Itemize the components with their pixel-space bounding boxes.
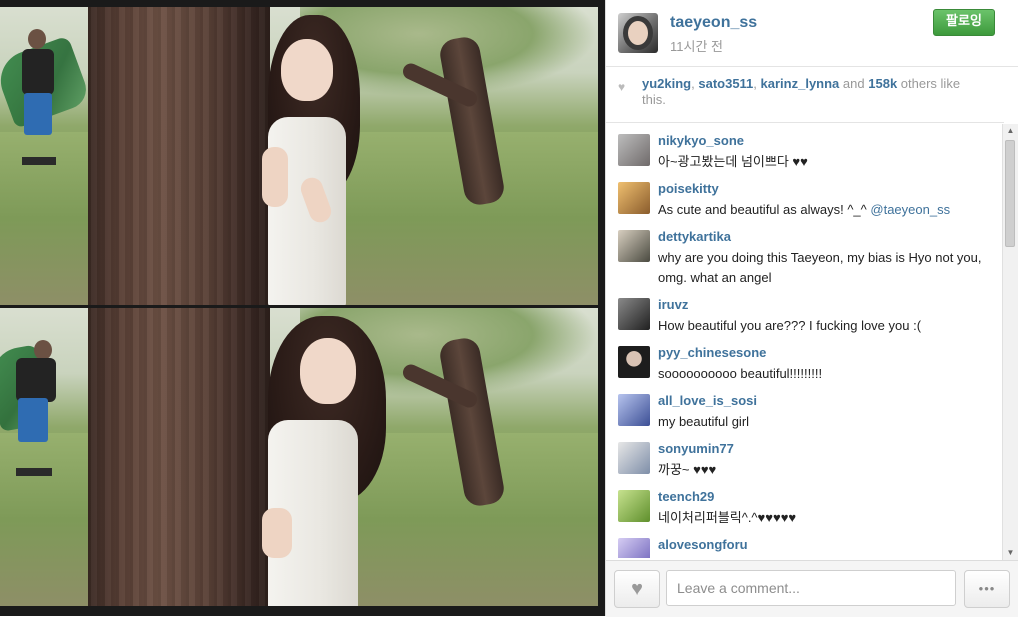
liker-username[interactable]: yu2king (642, 76, 691, 91)
comment-item: poisekitty As cute and beautiful as alwa… (618, 172, 988, 220)
likes-summary: ♥ yu2king, sato3511, karinz_lynna and 15… (618, 76, 961, 107)
arrow-down-icon[interactable]: ▼ (1003, 546, 1018, 560)
commenter-username[interactable]: nikykyo_sone (658, 133, 744, 148)
liker-username[interactable]: sato3511 (698, 76, 753, 91)
divider (606, 122, 1004, 123)
comment-text: 네이처리퍼블릭^.^♥♥♥♥♥ (658, 510, 797, 525)
comment-text: why are you doing this Taeyeon, my bias … (658, 250, 982, 285)
like-button[interactable]: ♥ (614, 570, 660, 608)
comment-mention[interactable]: @taeyeon_ss (870, 202, 950, 217)
heart-icon: ♥ (618, 80, 626, 94)
commenter-avatar[interactable] (618, 182, 650, 214)
author-avatar[interactable] (618, 13, 658, 53)
commenter-username[interactable]: alovesongforu (658, 537, 748, 552)
commenter-username[interactable]: teench29 (658, 489, 714, 504)
comment-item: dettykartika why are you doing this Taey… (618, 220, 988, 288)
commenter-username[interactable]: dettykartika (658, 229, 731, 244)
commenter-username[interactable]: iruvz (658, 297, 688, 312)
likes-count[interactable]: 158k (868, 76, 897, 91)
comment-text: How beautiful you are??? I fucking love … (658, 318, 922, 333)
comment-footer: ♥ ••• (606, 560, 1018, 617)
tree-trunk (88, 308, 270, 606)
likes-and: and (842, 76, 865, 91)
comment-item: pyy_chinesesone soooooooooo beautiful!!!… (618, 336, 988, 384)
commenter-avatar[interactable] (618, 538, 650, 558)
liker-username[interactable]: karinz_lynna (761, 76, 840, 91)
comment-text: soooooooooo beautiful!!!!!!!!! (658, 366, 823, 381)
comment-item: nikykyo_sone 아~광고봤는데 넘이쁘다 ♥♥ (618, 124, 988, 172)
commenter-avatar[interactable] (618, 346, 650, 378)
post-header: taeyeon_ss 11시간 전 팔로잉 (606, 0, 1018, 67)
post-timestamp: 11시간 전 (670, 39, 723, 54)
comment-input[interactable] (666, 570, 956, 606)
tree-trunk (88, 7, 270, 305)
commenter-avatar[interactable] (618, 394, 650, 426)
photo-panel-bottom (0, 308, 598, 606)
comment-text: my beautiful girl (658, 414, 750, 429)
comments-scrollbar[interactable]: ▲ ▼ (1002, 124, 1018, 560)
post-sidebar: taeyeon_ss 11시간 전 팔로잉 ♥ yu2king, sato351… (605, 0, 1018, 617)
comment-body: As cute and beautiful as always! ^_^ (658, 202, 867, 217)
more-options-button[interactable]: ••• (964, 570, 1010, 608)
scroll-thumb[interactable] (1005, 140, 1015, 247)
commenter-avatar[interactable] (618, 230, 650, 262)
following-button[interactable]: 팔로잉 (933, 9, 995, 36)
heart-icon: ♥ (631, 578, 643, 600)
comment-item: iruvz How beautiful you are??? I fucking… (618, 288, 988, 336)
comment-item: all_love_is_sosi my beautiful girl (618, 384, 988, 432)
post-photo (0, 0, 605, 616)
comment-item: alovesongforu (618, 528, 988, 558)
comments-list: nikykyo_sone 아~광고봤는데 넘이쁘다 ♥♥ poisekitty … (606, 124, 1004, 558)
commenter-avatar[interactable] (618, 134, 650, 166)
commenter-username[interactable]: pyy_chinesesone (658, 345, 766, 360)
comment-text: 까꿍~ ♥♥♥ (658, 462, 717, 477)
commenter-username[interactable]: all_love_is_sosi (658, 393, 757, 408)
photo-panel-top (0, 7, 598, 305)
comment-item: sonyumin77 까꿍~ ♥♥♥ (618, 432, 988, 480)
commenter-username[interactable]: poisekitty (658, 181, 719, 196)
commenter-avatar[interactable] (618, 442, 650, 474)
commenter-avatar[interactable] (618, 298, 650, 330)
author-username[interactable]: taeyeon_ss (670, 14, 757, 32)
comment-text: As cute and beautiful as always! ^_^ @ta… (658, 200, 988, 220)
comment-item: teench29 네이처리퍼블릭^.^♥♥♥♥♥ (618, 480, 988, 528)
arrow-up-icon[interactable]: ▲ (1003, 124, 1018, 138)
commenter-avatar[interactable] (618, 490, 650, 522)
commenter-username[interactable]: sonyumin77 (658, 441, 734, 456)
comment-text: 아~광고봤는데 넘이쁘다 ♥♥ (658, 154, 808, 169)
